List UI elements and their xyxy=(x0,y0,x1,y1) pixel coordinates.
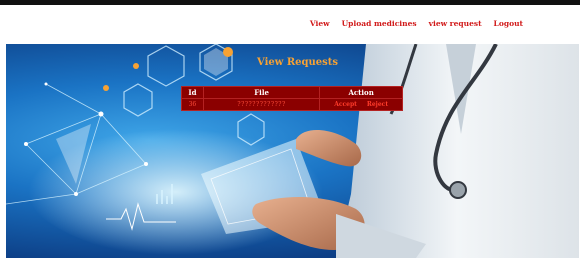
accept-link[interactable]: Accept xyxy=(334,101,357,108)
column-header-id: Id xyxy=(181,86,204,99)
hero-background-illustration xyxy=(6,44,579,258)
table-header-row: Id File Action xyxy=(181,86,403,99)
reject-link[interactable]: Reject xyxy=(367,101,388,108)
nav-upload-medicines[interactable]: Upload medicines xyxy=(342,19,417,28)
cell-file: ????????????? xyxy=(202,98,321,111)
cell-actions: Accept Reject xyxy=(319,98,403,111)
nav-logout[interactable]: Logout xyxy=(494,19,523,28)
nav-view[interactable]: View xyxy=(310,19,330,28)
column-header-action: Action xyxy=(319,86,403,99)
column-header-file: File xyxy=(202,86,321,99)
requests-table: Id File Action 36 ????????????? Accept R… xyxy=(181,86,403,111)
nav-view-request[interactable]: view request xyxy=(429,19,482,28)
hero-banner: View Requests Id File Action 36 ????????… xyxy=(6,44,579,258)
top-bar xyxy=(0,0,580,5)
main-nav: View Upload medicines view request Logou… xyxy=(310,19,523,28)
page-title: View Requests xyxy=(257,57,339,68)
table-row: 36 ????????????? Accept Reject xyxy=(181,98,403,111)
cell-id: 36 xyxy=(181,98,204,111)
